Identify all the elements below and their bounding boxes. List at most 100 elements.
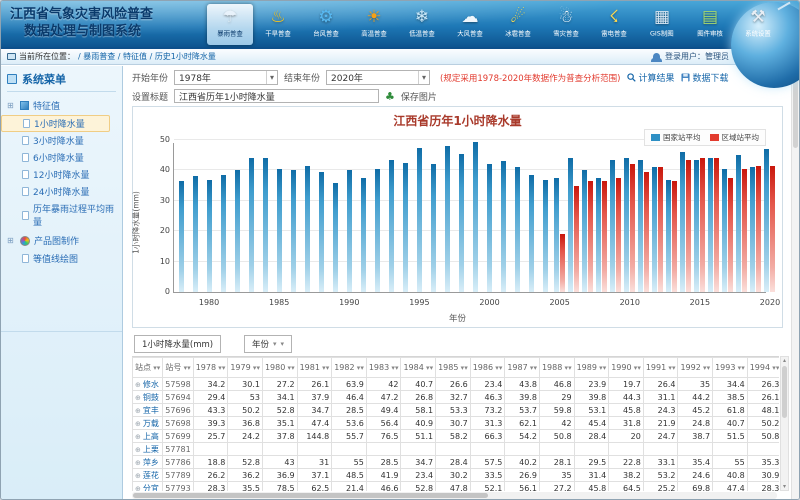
col-header-year-1984[interactable]: 1984 ▾▾ [401, 358, 436, 378]
station-name-cell[interactable]: ⊕万载 [133, 417, 163, 430]
filter-icon[interactable]: ▾ [603, 364, 607, 372]
toolbar-item-map-review[interactable]: ▤图件审核 [687, 4, 733, 45]
table-row-上高[interactable]: ⊕上高5769925.724.237.8144.855.776.551.158.… [133, 430, 780, 443]
filter-icon[interactable]: ▾ [395, 364, 399, 372]
scroll-up-icon[interactable]: ▴ [781, 357, 788, 364]
toolbar-item-low-temp[interactable]: ❄低温普查 [399, 4, 445, 45]
chart-title-input[interactable] [174, 89, 379, 103]
col-header-year-1982[interactable]: 1982 ▾▾ [332, 358, 367, 378]
breadcrumb-item[interactable]: 历史1小时降水量 [155, 52, 216, 61]
filter-icon[interactable]: ▾ [256, 364, 260, 372]
table-vertical-scrollbar[interactable]: ▴ ▾ [780, 356, 789, 491]
start-year-select[interactable]: 1978年 ▾ [174, 70, 278, 85]
toolbar-item-drought[interactable]: ♨干旱普查 [255, 4, 301, 45]
filter-icon[interactable]: ▾ [187, 364, 191, 372]
filter-icon[interactable]: ▾ [533, 364, 537, 372]
col-header-year-1981[interactable]: 1981 ▾▾ [297, 358, 332, 378]
station-name-cell[interactable]: ⊕铜鼓 [133, 391, 163, 404]
tree-expand-icon[interactable]: ⊞ [7, 101, 16, 110]
sidebar-item-12小时降水量[interactable]: 12小时降水量 [1, 166, 122, 183]
table-horizontal-scrollbar[interactable] [132, 492, 777, 499]
toolbar-item-gis[interactable]: ▦GIS制图 [639, 4, 685, 45]
col-header-year-1978[interactable]: 1978 ▾▾ [193, 358, 228, 378]
filter-icon[interactable]: ▾ [360, 364, 364, 372]
filter-icon[interactable]: ▾ [707, 364, 711, 372]
col-header-station[interactable]: 站点 ▾▾ [133, 358, 163, 378]
row-expand-icon[interactable]: ⊕ [135, 394, 141, 402]
col-header-year-1991[interactable]: 1991 ▾▾ [643, 358, 678, 378]
col-header-year-1986[interactable]: 1986 ▾▾ [470, 358, 505, 378]
sidebar-item-等值线绘图[interactable]: 等值线绘图 [1, 250, 122, 267]
filter-icon[interactable]: ▾ [741, 364, 745, 372]
row-expand-icon[interactable]: ⊕ [135, 381, 141, 389]
toolbar-item-settings[interactable]: ⚒系统设置 [735, 4, 781, 45]
toolbar-item-hail[interactable]: ☄冰雹普查 [495, 4, 541, 45]
row-expand-icon[interactable]: ⊕ [135, 433, 141, 441]
table-row-萍乡[interactable]: ⊕萍乡5778618.852.843315528.534.728.457.540… [133, 456, 780, 469]
station-name-cell[interactable]: ⊕修水 [133, 378, 163, 391]
scroll-down-icon[interactable]: ▾ [781, 483, 788, 490]
save-image-button[interactable]: 保存图片 [401, 90, 437, 103]
col-header-year-1992[interactable]: 1992 ▾▾ [678, 358, 713, 378]
row-expand-icon[interactable]: ⊕ [135, 472, 141, 480]
tree-group-1[interactable]: ⊞特征值 [1, 95, 122, 115]
table-row-莲花[interactable]: ⊕莲花5778926.236.236.937.148.541.923.430.2… [133, 469, 780, 482]
col-header-year-1983[interactable]: 1983 ▾▾ [366, 358, 401, 378]
station-name-cell[interactable]: ⊕上栗 [133, 443, 163, 456]
col-header-year-1985[interactable]: 1985 ▾▾ [436, 358, 471, 378]
year-filter-dropdown[interactable]: 年份 ▾ ▾ [244, 335, 292, 353]
col-header-year-1979[interactable]: 1979 ▾▾ [228, 358, 263, 378]
toolbar-item-rainstorm[interactable]: ☂暴雨普查 [207, 4, 253, 45]
filter-icon[interactable]: ▾ [326, 364, 330, 372]
col-header-station-id[interactable]: 站号 ▾▾ [163, 358, 193, 378]
breadcrumb-item[interactable]: 暴雨普查 [83, 52, 115, 61]
col-header-year-1987[interactable]: 1987 ▾▾ [505, 358, 540, 378]
table-row-修水[interactable]: ⊕修水5759834.230.127.226.163.94240.726.623… [133, 378, 780, 391]
scrollbar-thumb[interactable] [782, 366, 787, 418]
scrollbar-thumb[interactable] [133, 493, 488, 498]
table-row-宜丰[interactable]: ⊕宜丰5769643.350.252.834.728.549.458.153.3… [133, 404, 780, 417]
table-row-分宜[interactable]: ⊕分宜5779328.335.578.562.521.446.652.847.8… [133, 482, 780, 492]
row-expand-icon[interactable]: ⊕ [135, 446, 141, 454]
row-expand-icon[interactable]: ⊕ [135, 407, 141, 415]
table-row-万载[interactable]: ⊕万载5769839.336.835.147.453.656.440.930.7… [133, 417, 780, 430]
toolbar-item-lightning[interactable]: ☇雷电普查 [591, 4, 637, 45]
toolbar-item-snow[interactable]: ☃雪灾普查 [543, 4, 589, 45]
filter-icon[interactable]: ▾ [430, 364, 434, 372]
table-row-上栗[interactable]: ⊕上栗57781 [133, 443, 780, 456]
filter-icon[interactable]: ▾ [464, 364, 468, 372]
col-header-year-1994[interactable]: 1994 ▾▾ [747, 358, 779, 378]
end-year-select[interactable]: 2020年 ▾ [326, 70, 430, 85]
sidebar-item-6小时降水量[interactable]: 6小时降水量 [1, 149, 122, 166]
sidebar-item-24小时降水量[interactable]: 24小时降水量 [1, 183, 122, 200]
filter-icon[interactable]: ▾ [499, 364, 503, 372]
download-button[interactable]: 数据下载 [681, 71, 729, 84]
col-header-year-1980[interactable]: 1980 ▾▾ [262, 358, 297, 378]
station-name-cell[interactable]: ⊕莲花 [133, 469, 163, 482]
filter-icon[interactable]: ▾ [672, 364, 676, 372]
filter-icon[interactable]: ▾ [568, 364, 572, 372]
table-row-铜鼓[interactable]: ⊕铜鼓5769429.45334.137.946.447.226.832.746… [133, 391, 780, 404]
station-name-cell[interactable]: ⊕分宜 [133, 482, 163, 492]
toolbar-item-gale[interactable]: ☁大风普查 [447, 4, 493, 45]
tree-group-2[interactable]: ⊞产品图制作 [1, 230, 122, 250]
sidebar-item-1小时降水量[interactable]: 1小时降水量 [1, 115, 110, 132]
col-header-year-1993[interactable]: 1993 ▾▾ [713, 358, 748, 378]
station-name-cell[interactable]: ⊕宜丰 [133, 404, 163, 417]
toolbar-item-high-temp[interactable]: ☀高温普查 [351, 4, 397, 45]
col-header-year-1989[interactable]: 1989 ▾▾ [574, 358, 609, 378]
sidebar-item-3小时降水量[interactable]: 3小时降水量 [1, 132, 122, 149]
filter-icon[interactable]: ▾ [222, 364, 226, 372]
row-expand-icon[interactable]: ⊕ [135, 485, 141, 492]
filter-icon[interactable]: ▾ [291, 364, 295, 372]
main-vertical-scrollbar[interactable] [791, 66, 799, 499]
tree-expand-icon[interactable]: ⊞ [7, 236, 16, 245]
calculate-button[interactable]: 计算结果 [627, 71, 675, 84]
col-header-year-1990[interactable]: 1990 ▾▾ [609, 358, 644, 378]
station-name-cell[interactable]: ⊕上高 [133, 430, 163, 443]
station-name-cell[interactable]: ⊕萍乡 [133, 456, 163, 469]
row-expand-icon[interactable]: ⊕ [135, 420, 141, 428]
row-expand-icon[interactable]: ⊕ [135, 459, 141, 467]
filter-icon[interactable]: ▾ [637, 364, 641, 372]
toolbar-item-typhoon[interactable]: ⚙台风普查 [303, 4, 349, 45]
